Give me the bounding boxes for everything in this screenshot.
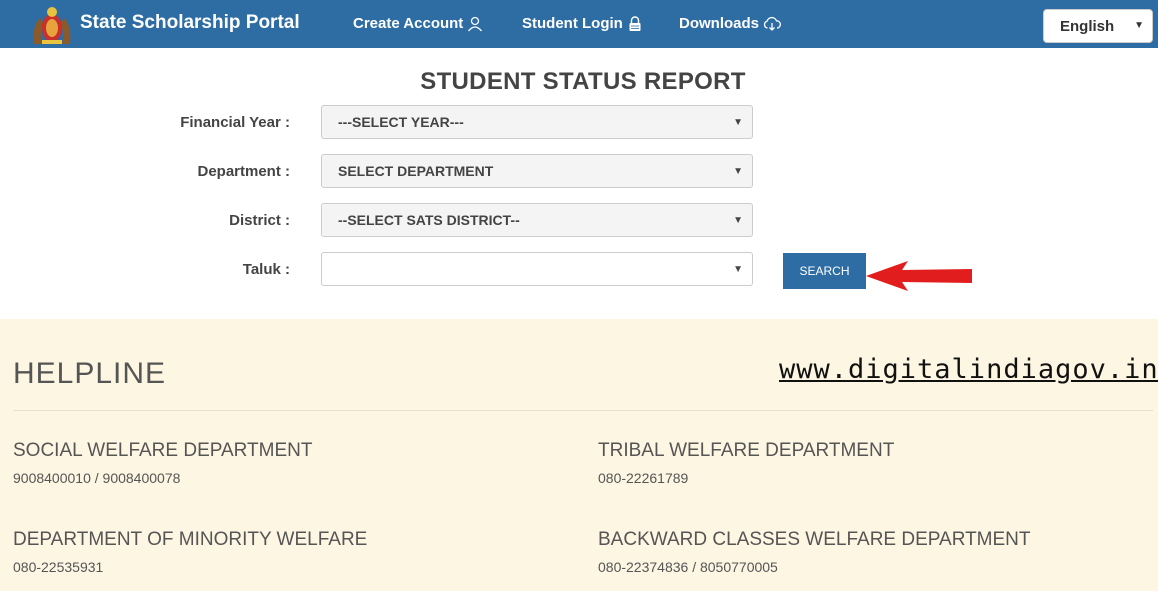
dept-phone: 080-22535931 (13, 559, 104, 575)
state-emblem-logo[interactable] (30, 4, 74, 46)
dept-name: DEPARTMENT OF MINORITY WELFARE (13, 529, 368, 550)
dept-name: SOCIAL WELFARE DEPARTMENT (13, 440, 313, 461)
chevron-down-icon: ▼ (733, 264, 743, 275)
helpline-section: HELPLINE www.digitalindiagov.in SOCIAL W… (0, 319, 1158, 591)
department-select[interactable]: SELECT DEPARTMENT ▼ (321, 154, 753, 188)
dept-name: BACKWARD CLASSES WELFARE DEPARTMENT (598, 529, 1031, 550)
chevron-down-icon: ▼ (733, 166, 743, 177)
portal-brand-title[interactable]: State Scholarship Portal (80, 12, 300, 34)
dept-phone: 080-22374836 / 8050770005 (598, 559, 778, 575)
cloud-download-icon (763, 16, 782, 31)
watermark-text: www.digitalindiagov.in (779, 354, 1158, 385)
chevron-down-icon: ▼ (733, 117, 743, 128)
nav-student-login[interactable]: Student Login (522, 15, 643, 32)
language-select-value: English (1060, 17, 1115, 35)
dept-phone: 9008400010 / 9008400078 (13, 470, 181, 486)
helpline-title: HELPLINE (13, 357, 167, 390)
user-icon (468, 16, 483, 31)
nav-create-account[interactable]: Create Account (353, 15, 483, 32)
taluk-label: Taluk : (242, 261, 290, 278)
helpline-divider (13, 410, 1153, 411)
dept-phone: 080-22261789 (598, 470, 689, 486)
dept-name: TRIBAL WELFARE DEPARTMENT (598, 440, 895, 461)
lock-icon (629, 15, 641, 31)
department-label: Department : (197, 163, 290, 180)
page-title: STUDENT STATUS REPORT (420, 68, 746, 95)
district-value: --SELECT SATS DISTRICT-- (338, 212, 520, 228)
nav-downloads-label: Downloads (679, 15, 760, 32)
language-select[interactable]: English ▼ (1043, 9, 1153, 43)
financial-year-value: ---SELECT YEAR--- (338, 114, 464, 130)
financial-year-label: Financial Year : (180, 114, 290, 131)
red-arrow-annotation (866, 261, 972, 291)
nav-create-account-label: Create Account (353, 15, 464, 32)
chevron-down-icon: ▼ (1134, 20, 1144, 31)
district-select[interactable]: --SELECT SATS DISTRICT-- ▼ (321, 203, 753, 237)
search-button[interactable]: SEARCH (783, 253, 866, 289)
nav-downloads[interactable]: Downloads (679, 15, 782, 32)
financial-year-select[interactable]: ---SELECT YEAR--- ▼ (321, 105, 753, 139)
navbar: State Scholarship Portal Create Account … (0, 0, 1158, 48)
chevron-down-icon: ▼ (733, 215, 743, 226)
nav-student-login-label: Student Login (522, 15, 623, 32)
district-label: District : (229, 212, 290, 229)
department-value: SELECT DEPARTMENT (338, 163, 494, 179)
taluk-select[interactable]: ▼ (321, 252, 753, 286)
